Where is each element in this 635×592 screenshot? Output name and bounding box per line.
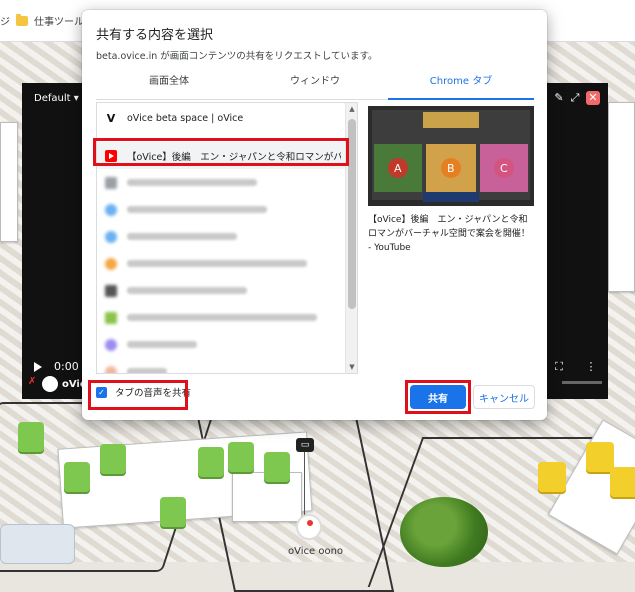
- list-item[interactable]: V oVice beta space | oVice: [97, 105, 345, 132]
- scroll-up-icon[interactable]: ▲: [348, 105, 356, 113]
- blurred-label: [127, 341, 197, 348]
- screen-share-icon[interactable]: ▭: [296, 438, 314, 452]
- tab-window[interactable]: ウィンドウ: [242, 68, 388, 100]
- share-audio-option[interactable]: ✓ タブの音声を共有: [96, 385, 191, 399]
- share-audio-label: タブの音声を共有: [115, 388, 192, 399]
- blurred-label: [127, 368, 167, 373]
- chair[interactable]: [586, 442, 614, 472]
- share-button[interactable]: 共有: [410, 385, 466, 409]
- tab-preview-thumbnail: A B C: [368, 106, 534, 206]
- chevron-down-icon: ▾: [73, 93, 79, 104]
- scroll-thumb[interactable]: [348, 119, 356, 309]
- favicon-icon: [105, 230, 117, 243]
- list-item[interactable]: [97, 331, 345, 358]
- avatar: [42, 376, 58, 392]
- close-icon[interactable]: ✕: [586, 91, 600, 105]
- preview-caption: 【oVice】後編 エン・ジャパンと令和ロマンがバーチャル空間で案会を開催！ -…: [368, 215, 530, 253]
- mic-muted-icon[interactable]: ✗: [28, 376, 40, 390]
- more-menu-icon[interactable]: ⋮: [584, 360, 598, 374]
- favicon-icon: [105, 257, 117, 270]
- chair[interactable]: [64, 462, 90, 492]
- blurred-label: [127, 233, 237, 240]
- chair[interactable]: [228, 442, 254, 472]
- favicon-icon: [105, 176, 117, 189]
- video-time: 0:00: [54, 360, 79, 373]
- list-item-label: oVice beta space | oVice: [127, 113, 244, 124]
- scroll-down-icon[interactable]: ▼: [348, 363, 356, 371]
- chair[interactable]: [610, 467, 635, 497]
- list-item[interactable]: [97, 304, 345, 331]
- tab-chrome-tab[interactable]: Chrome タブ: [388, 68, 534, 100]
- list-item[interactable]: [97, 250, 345, 277]
- svg-text:A: A: [394, 162, 402, 175]
- tab-list[interactable]: V oVice beta space | oVice 【oVice】後編 エン・…: [96, 102, 358, 374]
- connection-line: [304, 452, 305, 522]
- source-tabs: 画面全体 ウィンドウ Chrome タブ: [96, 68, 534, 100]
- quality-dropdown[interactable]: Default ▾: [34, 93, 79, 104]
- list-item-selected[interactable]: 【oVice】後編 エン・ジャパンと令和ロマンがバーチャル空間…: [97, 142, 345, 169]
- volume-bar[interactable]: [562, 381, 602, 384]
- dialog-title: 共有する内容を選択: [96, 28, 214, 43]
- expand-icon[interactable]: ⤢: [568, 91, 582, 105]
- chair[interactable]: [264, 452, 290, 482]
- favicon-icon: [105, 311, 117, 324]
- dialog-subtitle: beta.ovice.in が画面コンテンツの共有をリクエストしています。: [96, 51, 378, 62]
- avatar-dot: [307, 520, 313, 526]
- blurred-label: [127, 179, 257, 186]
- settings-icon[interactable]: ✎: [552, 91, 566, 105]
- cancel-button[interactable]: キャンセル: [473, 385, 535, 409]
- svg-text:C: C: [500, 162, 508, 175]
- desk: [608, 102, 635, 292]
- fullscreen-icon[interactable]: ⛶: [552, 360, 566, 374]
- favicon-icon: [105, 203, 117, 216]
- list-scrollbar[interactable]: ▲ ▼: [345, 103, 357, 373]
- user-avatar[interactable]: [296, 514, 322, 540]
- list-item[interactable]: [97, 277, 345, 304]
- favicon-icon: [105, 338, 117, 351]
- bookmark-folder-work-tools[interactable]: 仕事ツール: [16, 13, 84, 28]
- preview-image: A B C: [368, 106, 534, 206]
- youtube-icon: [105, 149, 117, 162]
- quality-label: Default: [34, 93, 71, 104]
- share-audio-checkbox[interactable]: ✓: [96, 386, 107, 398]
- list-item[interactable]: [97, 223, 345, 250]
- play-icon[interactable]: [34, 362, 42, 372]
- svg-text:B: B: [447, 162, 455, 175]
- folder-icon: [16, 13, 28, 26]
- bookmark-label: ジ: [0, 17, 10, 28]
- blurred-label: [127, 314, 317, 321]
- favicon-icon: [105, 284, 117, 297]
- tree-decoration: [400, 497, 488, 567]
- list-item[interactable]: [97, 196, 345, 223]
- chair[interactable]: [18, 422, 44, 452]
- ovice-v-icon: V: [106, 111, 116, 125]
- chair[interactable]: [198, 447, 224, 477]
- desk: [0, 122, 18, 242]
- chair[interactable]: [160, 497, 186, 527]
- chair[interactable]: [538, 462, 566, 492]
- blurred-label: [127, 260, 307, 267]
- favicon-icon: [105, 365, 117, 373]
- list-item-label: 【oVice】後編 エン・ジャパンと令和ロマンがバーチャル空間…: [127, 151, 341, 163]
- chair[interactable]: [100, 444, 126, 474]
- share-screen-dialog: 共有する内容を選択 beta.ovice.in が画面コンテンツの共有をリクエス…: [82, 10, 547, 420]
- list-item[interactable]: [97, 169, 345, 196]
- list-item[interactable]: [97, 358, 345, 373]
- user-name-label: oVice oono: [288, 546, 344, 557]
- tab-entire-screen[interactable]: 画面全体: [96, 68, 242, 100]
- meeting-table: [0, 524, 75, 564]
- blurred-label: [127, 206, 267, 213]
- bookmark-label: 仕事ツール: [34, 17, 84, 28]
- bookmark-item-1[interactable]: ジ: [0, 13, 10, 28]
- blurred-label: [127, 287, 247, 294]
